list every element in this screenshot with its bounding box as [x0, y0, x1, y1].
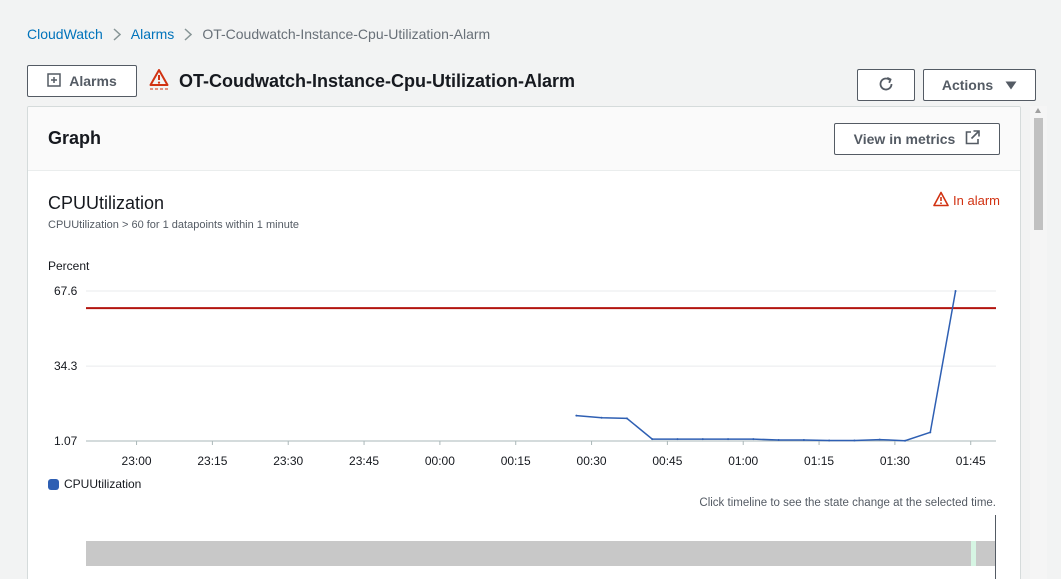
scroll-up-arrow-icon[interactable] — [1035, 108, 1041, 113]
page-header: Alarms OT-Coudwatch-Instance-Cpu-Utiliza… — [27, 65, 575, 97]
chevron-right-icon — [103, 27, 131, 41]
caret-down-icon — [1005, 77, 1017, 93]
y-tick-label: 34.3 — [54, 359, 78, 373]
refresh-button[interactable] — [857, 69, 915, 101]
chevron-right-icon — [174, 27, 202, 41]
x-tick-label: 01:15 — [804, 454, 834, 468]
page-scrollbar[interactable] — [1030, 106, 1047, 579]
x-tick-label: 00:00 — [425, 454, 455, 468]
data-point — [954, 290, 957, 292]
data-point — [929, 431, 932, 434]
y-tick-label: 1.07 — [54, 434, 78, 448]
data-point — [878, 438, 881, 441]
plus-square-icon — [47, 72, 62, 90]
x-tick-label: 23:30 — [273, 454, 303, 468]
x-tick-label: 23:45 — [349, 454, 379, 468]
data-point — [904, 439, 906, 442]
y-tick-label: 67.6 — [54, 284, 78, 298]
graph-panel: Graph View in metrics CPUUtilization CPU… — [27, 106, 1021, 579]
x-tick-label: 00:30 — [577, 454, 607, 468]
x-tick-label: 23:00 — [122, 454, 152, 468]
x-tick-label: 01:30 — [880, 454, 910, 468]
x-tick-label: 01:00 — [728, 454, 758, 468]
data-point — [600, 416, 603, 419]
data-point — [676, 438, 679, 441]
back-button-label: Alarms — [69, 73, 117, 89]
refresh-icon — [877, 75, 895, 96]
legend-swatch — [48, 478, 59, 490]
page-title: OT-Coudwatch-Instance-Cpu-Utilization-Al… — [149, 68, 575, 95]
actions-label: Actions — [941, 77, 994, 93]
state-timeline[interactable] — [86, 541, 996, 566]
chart-legend[interactable]: CPUUtilization — [48, 477, 141, 491]
timeline-hint: Click timeline to see the state change a… — [699, 497, 996, 509]
timeline-current-marker — [995, 515, 996, 579]
scrollbar-thumb[interactable] — [1034, 118, 1043, 230]
x-tick-label: 01:45 — [956, 454, 986, 468]
breadcrumb-cloudwatch-link[interactable]: CloudWatch — [27, 26, 103, 42]
legend-label: CPUUtilization — [64, 477, 142, 491]
data-point — [701, 438, 704, 441]
actions-dropdown-button[interactable]: Actions — [923, 69, 1036, 101]
data-point — [828, 439, 831, 442]
cpu-utilization-chart[interactable]: 67.6 34.3 1.07 23:00 23:15 23:30 23:45 00:00 00:… — [28, 107, 1021, 477]
breadcrumb-alarms-link[interactable]: Alarms — [131, 26, 175, 42]
x-tick-label: 00:45 — [652, 454, 682, 468]
x-tick-label: 23:15 — [197, 454, 227, 468]
x-tick-label: 00:15 — [501, 454, 531, 468]
data-point — [625, 417, 628, 420]
breadcrumb: CloudWatch Alarms OT-Coudwatch-Instance-… — [27, 26, 490, 42]
back-to-alarms-button[interactable]: Alarms — [27, 65, 137, 97]
warning-triangle-icon — [149, 68, 169, 95]
data-point — [853, 439, 856, 442]
data-point — [727, 438, 730, 441]
data-point — [802, 439, 805, 442]
data-point — [752, 438, 755, 441]
page-title-text: OT-Coudwatch-Instance-Cpu-Utilization-Al… — [179, 70, 575, 91]
data-point — [575, 414, 578, 417]
data-point — [651, 438, 654, 441]
timeline-ok-segment — [971, 541, 976, 566]
data-point — [777, 439, 780, 442]
breadcrumb-current: OT-Coudwatch-Instance-Cpu-Utilization-Al… — [202, 26, 491, 42]
